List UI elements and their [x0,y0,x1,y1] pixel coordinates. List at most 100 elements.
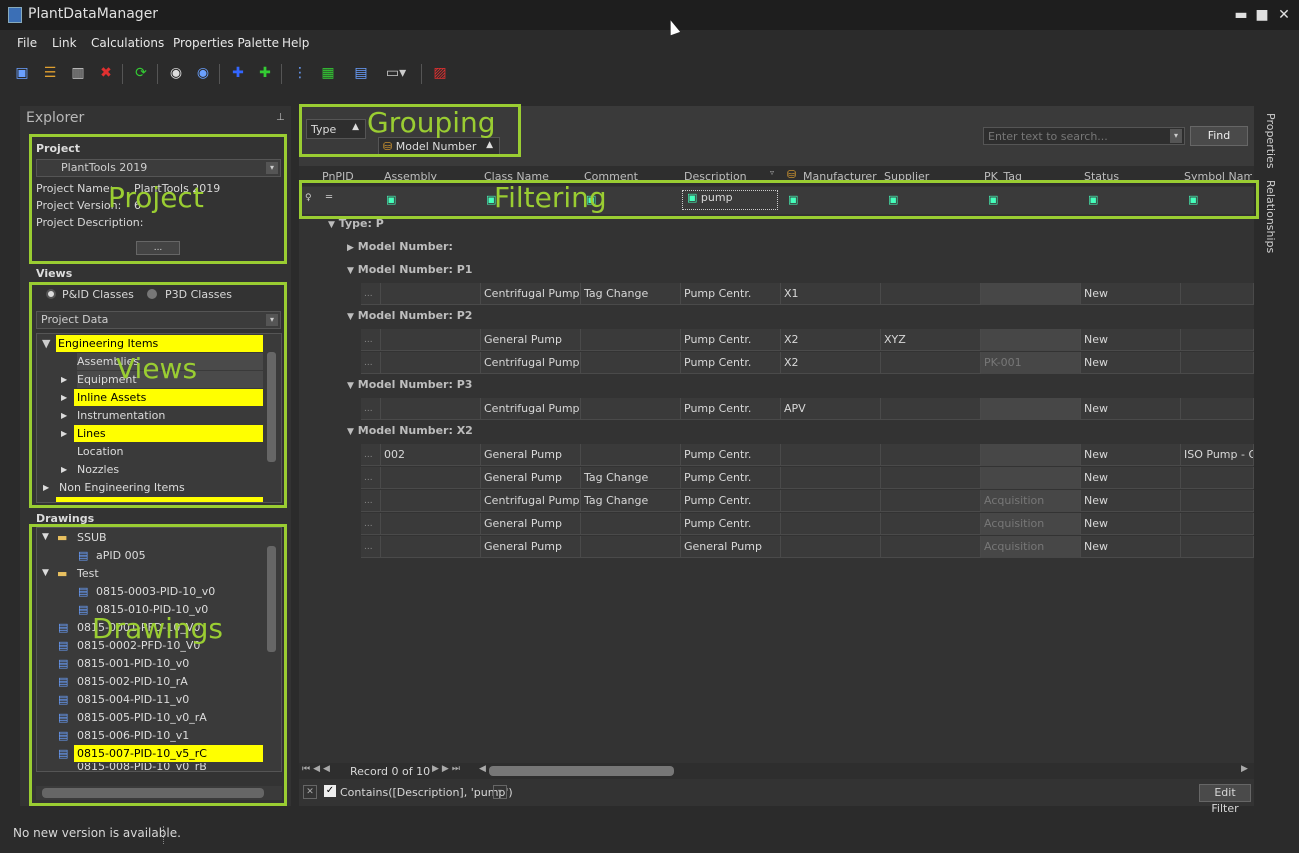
table-cell[interactable] [881,352,981,374]
table-cell[interactable]: XYZ [881,329,981,351]
clear-filter-icon[interactable]: ✕ [303,785,317,799]
table-cell[interactable]: Centrifugal Pump [481,398,581,420]
table-cell[interactable] [781,536,881,558]
relationships-tab[interactable]: Relationships [1264,180,1277,253]
table-cell[interactable]: New [1081,444,1181,466]
table-row[interactable]: ... General Pump Pump Centr. Acquisition New [361,513,1254,535]
table-cell[interactable]: New [1081,490,1181,512]
table-cell[interactable]: APV [781,398,881,420]
table-cell[interactable] [781,467,881,489]
table-row[interactable]: ... General Pump Pump Centr. X2 XYZ New [361,329,1254,351]
table-cell[interactable]: Pump Centr. [681,352,781,374]
table-cell[interactable]: New [1081,513,1181,535]
table-cell[interactable]: Pump Centr. [681,444,781,466]
table-cell[interactable] [381,513,481,535]
table-cell[interactable] [381,490,481,512]
table-cell[interactable] [881,490,981,512]
menu-properties-palette[interactable]: Properties Palette [173,36,279,50]
nav-first-prev-icons[interactable]: ⏮◀◀ [302,764,333,774]
table-cell[interactable]: New [1081,467,1181,489]
filter-funnel-icon[interactable]: ▿ [770,168,774,177]
table-cell[interactable] [1181,536,1254,558]
columns-icon[interactable]: ▥ [68,62,88,84]
nav-next-last-icons[interactable]: ▶▶⏭ [432,764,463,774]
table-cell[interactable]: Centrifugal Pump [481,352,581,374]
table-cell[interactable] [581,398,681,420]
filter-history-dropdown-icon[interactable]: ▾ [493,785,507,799]
table-cell[interactable]: PK-001 [981,352,1081,374]
table-cell[interactable]: Centrifugal Pump [481,490,581,512]
table-row[interactable]: ... General Pump Tag Change Pump Centr. New [361,467,1254,489]
table-row[interactable]: ... General Pump General Pump Acquisition Ne… [361,536,1254,558]
table-cell[interactable] [781,490,881,512]
table-cell[interactable]: Tag Change [581,283,681,305]
table-cell[interactable]: Acquisition [981,490,1081,512]
table-cell[interactable]: Centrifugal Pump [481,283,581,305]
table-cell[interactable]: General Pump [481,467,581,489]
table-cell[interactable]: General Pump [681,536,781,558]
row-menu-button[interactable]: ... [361,444,381,466]
table-cell[interactable] [881,283,981,305]
table-cell[interactable] [381,536,481,558]
table-cell[interactable] [1181,352,1254,374]
search-dropdown-icon[interactable]: ▾ [1170,129,1182,143]
scroll-right-icon[interactable]: ▶ [1241,764,1248,774]
table-cell[interactable] [381,329,481,351]
filter-enabled-checkbox[interactable]: ✓ [324,785,336,797]
filter-expression[interactable]: Contains([Description], 'pump') [340,786,513,799]
table-cell[interactable]: Pump Centr. [681,283,781,305]
table-cell[interactable] [881,513,981,535]
add-icon[interactable]: ✚ [228,62,248,84]
menu-file[interactable]: File [17,36,37,50]
row-menu-button[interactable]: ... [361,398,381,420]
group-row[interactable]: ▼ Model Number: P3 [347,378,472,391]
group-row[interactable]: ▼ Model Number: X2 [347,424,473,437]
close-document-icon[interactable]: ▨ [430,62,450,84]
import-icon[interactable]: ▤ [351,62,371,84]
table-cell[interactable] [881,536,981,558]
table-cell[interactable] [881,444,981,466]
table-cell[interactable]: Pump Centr. [681,329,781,351]
minimize-button[interactable]: ▬ [1232,6,1250,24]
hierarchy-icon[interactable]: ⋮ [290,62,310,84]
find-icon[interactable]: ◉ [166,62,186,84]
table-cell[interactable]: Pump Centr. [681,490,781,512]
table-cell[interactable]: Acquisition [981,536,1081,558]
row-menu-button[interactable]: ... [361,329,381,351]
table-cell[interactable]: New [1081,352,1181,374]
table-row[interactable]: ... Centrifugal Pump Tag Change Pump Centr.… [361,490,1254,512]
table-cell[interactable] [381,398,481,420]
pin-icon[interactable]: ⊥ [276,112,285,123]
table-cell[interactable] [1181,283,1254,305]
table-row[interactable]: ... Centrifugal Pump Pump Centr. X2 PK-001 Ne… [361,352,1254,374]
table-cell[interactable]: Tag Change [581,490,681,512]
find-button[interactable]: Find [1190,126,1248,146]
row-menu-button[interactable]: ... [361,490,381,512]
table-cell[interactable] [581,329,681,351]
group-row[interactable]: ▼ Model Number: P2 [347,309,472,322]
table-cell[interactable] [981,283,1081,305]
properties-tab[interactable]: Properties [1264,113,1277,169]
table-cell[interactable] [1181,467,1254,489]
table-cell[interactable] [381,467,481,489]
table-row[interactable]: ... Centrifugal Pump Tag Change Pump Centr.… [361,283,1254,305]
menu-link[interactable]: Link [52,36,77,50]
table-cell[interactable] [981,444,1081,466]
grid-hscroll-thumb[interactable] [489,766,674,776]
table-row[interactable]: ... 002 General Pump Pump Centr. New ISO Pump… [361,444,1254,466]
table-cell[interactable]: General Pump [481,444,581,466]
close-button[interactable]: ✕ [1275,6,1293,24]
table-cell[interactable]: Pump Centr. [681,513,781,535]
add-multiple-icon[interactable]: ✚ [255,62,275,84]
group-row[interactable]: ▼ Model Number: P1 [347,263,472,276]
table-cell[interactable] [581,513,681,535]
table-cell[interactable]: Tag Change [581,467,681,489]
menu-calculations[interactable]: Calculations [91,36,164,50]
table-cell[interactable] [781,444,881,466]
table-cell[interactable]: X2 [781,329,881,351]
table-cell[interactable] [381,352,481,374]
layout-dropdown-icon[interactable]: ▭▾ [382,62,410,84]
row-menu-button[interactable]: ... [361,467,381,489]
table-cell[interactable]: New [1081,536,1181,558]
table-cell[interactable] [881,398,981,420]
